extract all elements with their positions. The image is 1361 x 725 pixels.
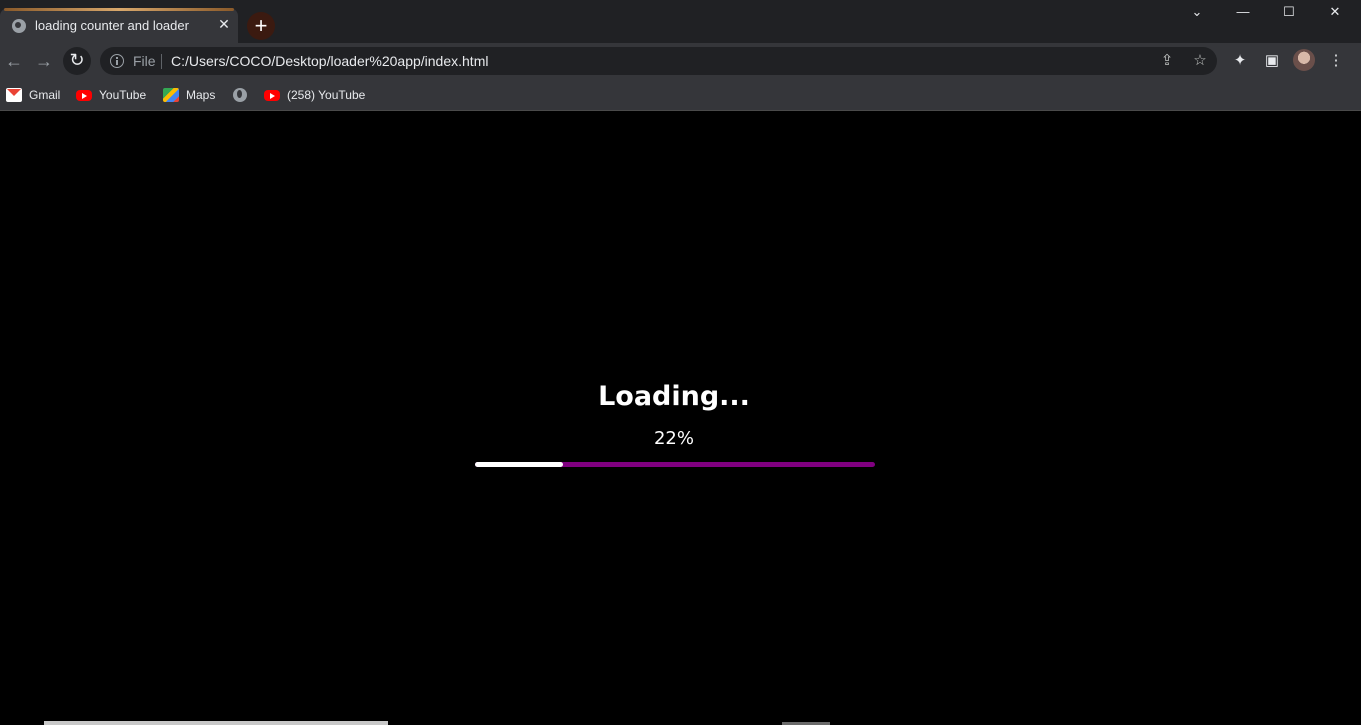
close-tab-icon[interactable]: ✕ [216, 16, 232, 33]
youtube-icon [264, 89, 280, 101]
bookmark-star-icon[interactable]: ☆ [1190, 51, 1210, 71]
horizontal-scrollbar-thumb[interactable] [44, 721, 388, 725]
bookmark-label: Maps [186, 88, 216, 102]
maximize-button[interactable]: ☐ [1274, 4, 1304, 20]
bookmark-youtube[interactable]: YouTube [76, 85, 146, 105]
bookmark-label: YouTube [99, 88, 147, 102]
gmail-icon [6, 88, 22, 102]
extensions-icon[interactable]: ✦ [1230, 51, 1250, 71]
reload-button[interactable]: ↻ [63, 47, 91, 75]
progress-track [475, 462, 875, 467]
minimize-button[interactable]: — [1228, 4, 1258, 20]
close-window-button[interactable]: ✕ [1320, 4, 1350, 20]
bookmark-maps[interactable]: Maps [163, 85, 215, 105]
bookmark-label: Gmail [29, 88, 61, 102]
info-icon[interactable] [110, 54, 124, 68]
menu-icon[interactable]: ⋮ [1326, 51, 1346, 71]
profile-avatar[interactable] [1293, 49, 1315, 71]
reload-icon: ↻ [69, 50, 85, 70]
new-tab-button[interactable]: + [247, 12, 275, 40]
page-content: Loading... 22% [0, 111, 1361, 725]
browser-toolbar: ← → ↻ File C:/Users/COCO/Desktop/loader%… [0, 43, 1361, 80]
bookmark-label: (258) YouTube [287, 88, 366, 102]
tab-accent-bar [4, 8, 234, 11]
globe-icon [12, 19, 26, 33]
bookmarks-bar: Gmail YouTube Maps (258) YouTube [0, 80, 1361, 111]
forward-button[interactable]: → [32, 50, 56, 74]
globe-icon [233, 88, 247, 102]
loading-percent: 22% [653, 428, 694, 449]
url-text[interactable]: C:/Users/COCO/Desktop/loader%20app/index… [171, 53, 488, 69]
bookmark-globe[interactable] [233, 85, 254, 105]
bookmark-youtube-258[interactable]: (258) YouTube [264, 85, 365, 105]
side-panel-icon[interactable]: ▣ [1262, 51, 1282, 71]
loading-heading: Loading... [598, 381, 750, 412]
address-bar[interactable]: File C:/Users/COCO/Desktop/loader%20app/… [100, 47, 1217, 75]
share-icon[interactable]: ⇪ [1157, 51, 1177, 71]
maps-icon [163, 88, 179, 102]
tab-search-button[interactable]: ⌄ [1182, 4, 1212, 20]
scheme-label: File [133, 53, 156, 69]
back-button[interactable]: ← [2, 50, 26, 74]
omnibox-divider [161, 54, 162, 69]
browser-tab[interactable]: loading counter and loader ✕ [0, 8, 238, 43]
bookmark-gmail[interactable]: Gmail [6, 85, 60, 105]
tab-title: loading counter and loader [35, 18, 189, 33]
youtube-icon [76, 89, 92, 101]
title-bar: loading counter and loader ✕ + ⌄ — ☐ ✕ [0, 0, 1361, 43]
progress-fill [475, 462, 563, 467]
